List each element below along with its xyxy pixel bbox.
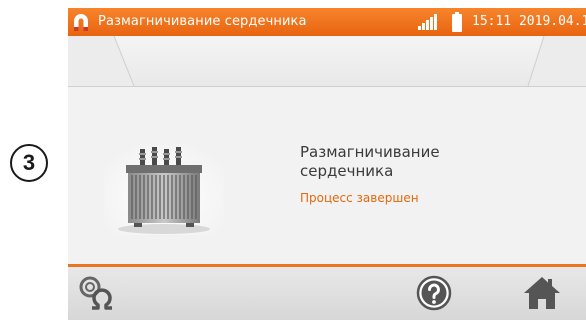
resistance-omega-icon	[79, 276, 112, 310]
time: 15:11	[472, 14, 512, 29]
home-button[interactable]	[520, 273, 564, 313]
help-button[interactable]	[412, 273, 456, 313]
screen-title: Размагничивание сердечника	[98, 14, 307, 29]
magnet-icon	[74, 14, 88, 31]
status-bar: Размагничивание сердечника 15:11 2019.04…	[68, 8, 586, 36]
step-number: 3	[22, 150, 36, 175]
tab-separator-right	[527, 36, 586, 86]
clock: 15:11 2019.04.10	[472, 14, 586, 29]
message-panel: Размагничивание сердечника Процесс завер…	[68, 87, 586, 264]
resistance-mode-button[interactable]	[74, 273, 118, 313]
date: 2019.04.10	[518, 14, 586, 29]
message-title: Размагничивание сердечника	[300, 143, 560, 181]
message-title-line2: сердечника	[300, 162, 394, 180]
home-icon	[524, 277, 560, 309]
signal-strength-icon	[418, 14, 437, 30]
step-number-badge: 3	[10, 144, 48, 182]
battery-icon	[452, 12, 462, 32]
help-icon	[416, 275, 452, 311]
message-title-line1: Размагничивание	[300, 143, 440, 161]
process-status: Процесс завершен	[300, 191, 419, 205]
tab-bar	[68, 36, 586, 87]
tab-separator-left	[68, 36, 135, 86]
bottom-toolbar	[68, 267, 586, 320]
device-screen: Размагничивание сердечника 15:11 2019.04…	[68, 8, 586, 320]
transformer-icon	[104, 139, 224, 235]
